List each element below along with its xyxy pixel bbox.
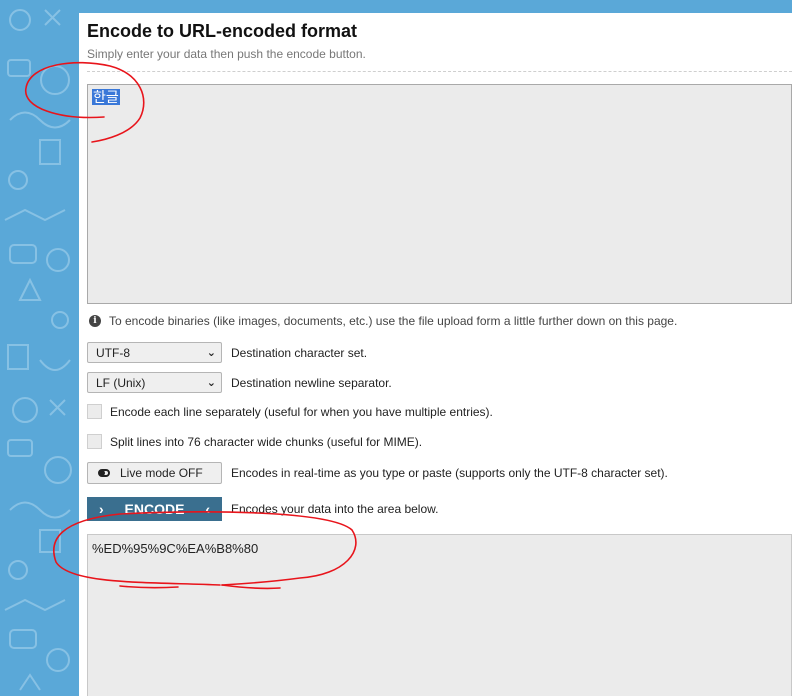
divider (87, 71, 792, 72)
split-lines-label: Split lines into 76 character wide chunk… (110, 434, 423, 449)
charset-value: UTF-8 (96, 345, 130, 360)
charset-row: UTF-8 ⌄ Destination character set. (87, 342, 367, 363)
each-line-row: Encode each line separately (useful for … (87, 404, 493, 419)
input-textarea[interactable]: 한글 (87, 84, 792, 304)
binary-note-text: To encode binaries (like images, documen… (109, 314, 678, 328)
input-selected-text: 한글 (92, 89, 120, 105)
output-text: %ED%95%9C%EA%B8%80 (92, 541, 259, 556)
page-title: Encode to URL-encoded format (87, 21, 358, 41)
charset-label: Destination character set. (231, 345, 368, 360)
newline-value: LF (Unix) (96, 375, 146, 390)
output-textarea[interactable]: %ED%95%9C%EA%B8%80 (87, 534, 792, 696)
newline-label: Destination newline separator. (231, 375, 392, 390)
live-mode-row: Live mode OFF Encodes in real-time as yo… (87, 462, 668, 484)
chevron-down-icon: ⌄ (206, 377, 216, 389)
live-mode-button[interactable]: Live mode OFF (87, 462, 222, 484)
live-mode-label: Encodes in real-time as you type or past… (231, 466, 668, 480)
chevron-left-icon: ‹ (205, 501, 210, 517)
top-banner (79, 0, 792, 13)
newline-select[interactable]: LF (Unix) ⌄ (87, 372, 222, 393)
toggle-icon (98, 469, 110, 477)
encode-button[interactable]: › ENCODE ‹ (87, 497, 222, 521)
live-mode-button-label: Live mode OFF (120, 466, 203, 480)
chevron-down-icon: ⌄ (206, 347, 216, 359)
each-line-checkbox[interactable] (87, 404, 102, 419)
split-lines-checkbox[interactable] (87, 434, 102, 449)
page-subtitle: Simply enter your data then push the enc… (87, 47, 366, 61)
encode-row: › ENCODE ‹ Encodes your data into the ar… (87, 497, 438, 521)
each-line-label: Encode each line separately (useful for … (110, 404, 493, 419)
binary-note: i To encode binaries (like images, docum… (89, 314, 677, 328)
encode-label: Encodes your data into the area below. (231, 502, 439, 516)
info-icon: i (89, 315, 101, 327)
newline-row: LF (Unix) ⌄ Destination newline separato… (87, 372, 392, 393)
background-pattern (0, 0, 79, 696)
chevron-right-icon: › (99, 501, 104, 517)
encode-button-label: ENCODE (124, 501, 185, 517)
encoder-panel: Encode to URL-encoded format Simply ente… (79, 13, 792, 696)
charset-select[interactable]: UTF-8 ⌄ (87, 342, 222, 363)
split-lines-row: Split lines into 76 character wide chunk… (87, 434, 422, 449)
